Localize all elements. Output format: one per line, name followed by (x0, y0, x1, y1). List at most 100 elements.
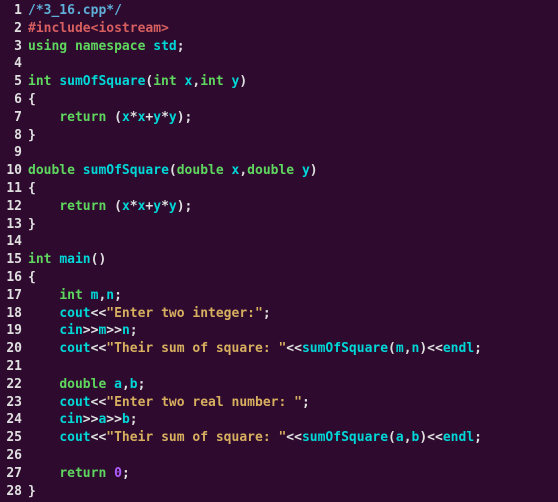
code-line[interactable]: 8} (0, 127, 558, 145)
line-number: 14 (0, 233, 28, 251)
code-content[interactable] (28, 358, 558, 376)
code-line[interactable]: 10double sumOfSquare(double x,double y) (0, 162, 558, 180)
token-plain (28, 466, 59, 481)
code-content[interactable]: } (28, 127, 558, 145)
token-preproc: #include<iostream> (28, 21, 169, 36)
token-plain: { (28, 92, 36, 107)
token-plain: >> (106, 412, 122, 427)
code-content[interactable]: int main() (28, 251, 558, 269)
token-plain (28, 430, 59, 445)
code-line[interactable]: 26 (0, 447, 558, 465)
code-content[interactable]: /*3_16.cpp*/ (28, 2, 558, 20)
token-plain: >> (106, 323, 122, 338)
token-plain: ( (169, 163, 177, 178)
token-plain: { (28, 270, 36, 285)
code-line[interactable]: 1/*3_16.cpp*/ (0, 2, 558, 20)
token-plain: ; (474, 430, 482, 445)
code-line[interactable]: 2#include<iostream> (0, 20, 558, 38)
token-plain: ); (177, 199, 193, 214)
code-line[interactable]: 14 (0, 233, 558, 251)
code-line[interactable]: 18 cout<<"Enter two integer:"; (0, 305, 558, 323)
token-ident: cin (59, 412, 82, 427)
code-content[interactable]: return (x*x+y*y); (28, 198, 558, 216)
code-content[interactable]: #include<iostream> (28, 20, 558, 38)
token-plain (28, 306, 59, 321)
line-number: 17 (0, 287, 28, 305)
code-content[interactable]: cin>>a>>b; (28, 411, 558, 429)
code-content[interactable]: cin>>m>>n; (28, 322, 558, 340)
token-plain: * (161, 110, 169, 125)
line-number: 21 (0, 358, 28, 376)
code-line[interactable]: 25 cout<<"Their sum of square: "<<sumOfS… (0, 429, 558, 447)
code-content[interactable]: cout<<"Their sum of square: "<<sumOfSqua… (28, 340, 558, 358)
token-ident: y (153, 110, 161, 125)
token-plain (106, 466, 114, 481)
token-ident: y (169, 199, 177, 214)
code-line[interactable]: 23 cout<<"Enter two real number: "; (0, 394, 558, 412)
token-plain (28, 412, 59, 427)
token-plain (28, 395, 59, 410)
token-ident: cout (59, 306, 90, 321)
token-func: main (59, 252, 90, 267)
code-line[interactable]: 15int main() (0, 251, 558, 269)
code-line[interactable]: 12 return (x*x+y*y); (0, 198, 558, 216)
token-plain: ( (388, 430, 396, 445)
code-line[interactable]: 16{ (0, 269, 558, 287)
code-content[interactable]: int sumOfSquare(int x,int y) (28, 73, 558, 91)
code-line[interactable]: 3using namespace std; (0, 38, 558, 56)
code-line[interactable]: 13} (0, 216, 558, 234)
code-line[interactable]: 20 cout<<"Their sum of square: "<<sumOfS… (0, 340, 558, 358)
code-content[interactable]: int m,n; (28, 287, 558, 305)
code-line[interactable]: 21 (0, 358, 558, 376)
token-type: int (200, 74, 223, 89)
token-plain: >> (83, 323, 99, 338)
token-plain (224, 74, 232, 89)
line-number: 13 (0, 216, 28, 234)
code-line[interactable]: 22 double a,b; (0, 376, 558, 394)
code-content[interactable]: using namespace std; (28, 38, 558, 56)
line-number: 20 (0, 340, 28, 358)
code-line[interactable]: 9 (0, 144, 558, 162)
code-content[interactable]: cout<<"Enter two integer:"; (28, 305, 558, 323)
token-plain: ( (388, 341, 396, 356)
code-content[interactable]: { (28, 180, 558, 198)
token-plain (28, 323, 59, 338)
code-line[interactable]: 6{ (0, 91, 558, 109)
token-ident: a (396, 430, 404, 445)
code-content[interactable]: return 0; (28, 465, 558, 483)
code-content[interactable] (28, 144, 558, 162)
code-content[interactable]: { (28, 91, 558, 109)
token-plain: , (122, 377, 130, 392)
code-line[interactable]: 28} (0, 483, 558, 501)
code-content[interactable]: cout<<"Enter two real number: "; (28, 394, 558, 412)
code-line[interactable]: 27 return 0; (0, 465, 558, 483)
code-line[interactable]: 11{ (0, 180, 558, 198)
token-plain (28, 341, 59, 356)
code-content[interactable]: } (28, 483, 558, 501)
code-content[interactable]: double sumOfSquare(double x,double y) (28, 162, 558, 180)
code-content[interactable]: } (28, 216, 558, 234)
token-keyword: return (59, 466, 106, 481)
code-line[interactable]: 5int sumOfSquare(int x,int y) (0, 73, 558, 91)
code-content[interactable] (28, 233, 558, 251)
code-line[interactable]: 17 int m,n; (0, 287, 558, 305)
token-plain (75, 163, 83, 178)
code-line[interactable]: 24 cin>>a>>b; (0, 411, 558, 429)
code-content[interactable] (28, 447, 558, 465)
code-content[interactable]: cout<<"Their sum of square: "<<sumOfSqua… (28, 429, 558, 447)
code-line[interactable]: 7 return (x*x+y*y); (0, 109, 558, 127)
token-plain: ); (177, 110, 193, 125)
code-content[interactable]: return (x*x+y*y); (28, 109, 558, 127)
token-plain: ; (263, 306, 271, 321)
token-keyword: return (59, 110, 106, 125)
token-plain: ) (310, 163, 318, 178)
code-content[interactable]: { (28, 269, 558, 287)
token-ident: b (130, 377, 138, 392)
code-content[interactable]: double a,b; (28, 376, 558, 394)
line-number: 9 (0, 144, 28, 162)
code-line[interactable]: 4 (0, 55, 558, 73)
code-editor[interactable]: 1/*3_16.cpp*/2#include<iostream>3using n… (0, 0, 558, 502)
line-number: 6 (0, 91, 28, 109)
code-line[interactable]: 19 cin>>m>>n; (0, 322, 558, 340)
code-content[interactable] (28, 55, 558, 73)
